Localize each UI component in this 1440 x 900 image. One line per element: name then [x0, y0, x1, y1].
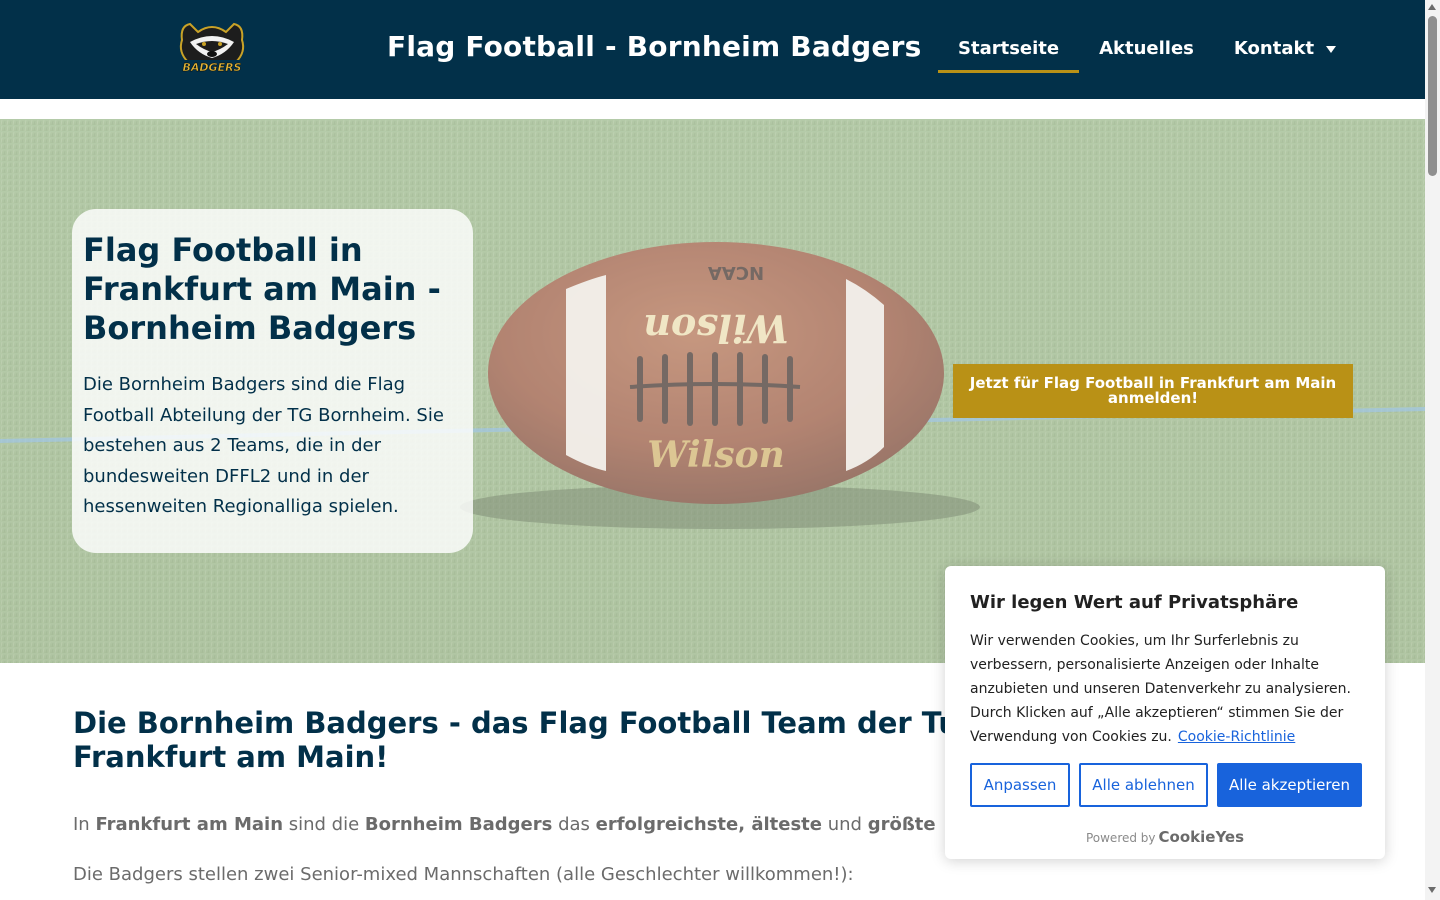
signup-cta-button[interactable]: Jetzt für Flag Football in Frankfurt am … [953, 364, 1353, 418]
cookie-text: Wir verwenden Cookies, um Ihr Surferlebn… [970, 633, 1351, 745]
cookie-consent-banner: Wir legen Wert auf Privatsphäre Wir verw… [945, 566, 1385, 859]
cookieyes-logo: CookieYes [1158, 828, 1245, 846]
nav-aktuelles-label: Aktuelles [1099, 38, 1194, 59]
chevron-down-icon[interactable] [1326, 46, 1337, 53]
nav-kontakt[interactable]: Kontakt [1214, 24, 1356, 73]
main-nav: Startseite Aktuelles Kontakt [938, 24, 1356, 73]
scroll-up-icon[interactable] [1428, 4, 1436, 10]
hero-title: Flag Football in Frankfurt am Main - Bor… [83, 231, 441, 347]
nav-aktuelles[interactable]: Aktuelles [1079, 24, 1214, 73]
cookie-customize-button[interactable]: Anpassen [970, 763, 1070, 807]
logo-text: BADGERS [183, 61, 242, 74]
badgers-logo[interactable]: BADGERS [176, 18, 248, 80]
nav-startseite-label: Startseite [958, 38, 1060, 59]
scrollbar-thumb[interactable] [1428, 16, 1437, 176]
hero-description: Die Bornheim Badgers sind die Flag Footb… [83, 374, 444, 517]
hero-card: Flag Football in Frankfurt am Main - Bor… [72, 209, 473, 553]
cookie-buttons: Anpassen Alle ablehnen Alle akzeptieren [970, 763, 1362, 807]
scroll-down-icon[interactable] [1428, 887, 1436, 893]
page-scrollbar[interactable] [1425, 0, 1440, 900]
nav-startseite[interactable]: Startseite [938, 24, 1080, 73]
site-title[interactable]: Flag Football - Bornheim Badgers [387, 30, 921, 63]
cookie-accept-button[interactable]: Alle akzeptieren [1217, 763, 1362, 807]
site-header: BADGERS Flag Football - Bornheim Badgers… [0, 0, 1425, 99]
cookie-policy-link[interactable]: Cookie-Richtlinie [1178, 729, 1295, 745]
intro-paragraph: In Frankfurt am Main sind die Bornheim B… [73, 814, 936, 835]
cookie-reject-button[interactable]: Alle ablehnen [1079, 763, 1208, 807]
teams-paragraph: Die Badgers stellen zwei Senior-mixed Ma… [73, 864, 854, 885]
powered-by: Powered by CookieYes [1085, 828, 1245, 846]
cookie-title: Wir legen Wert auf Privatsphäre [970, 592, 1299, 613]
nav-kontakt-label: Kontakt [1233, 38, 1315, 59]
